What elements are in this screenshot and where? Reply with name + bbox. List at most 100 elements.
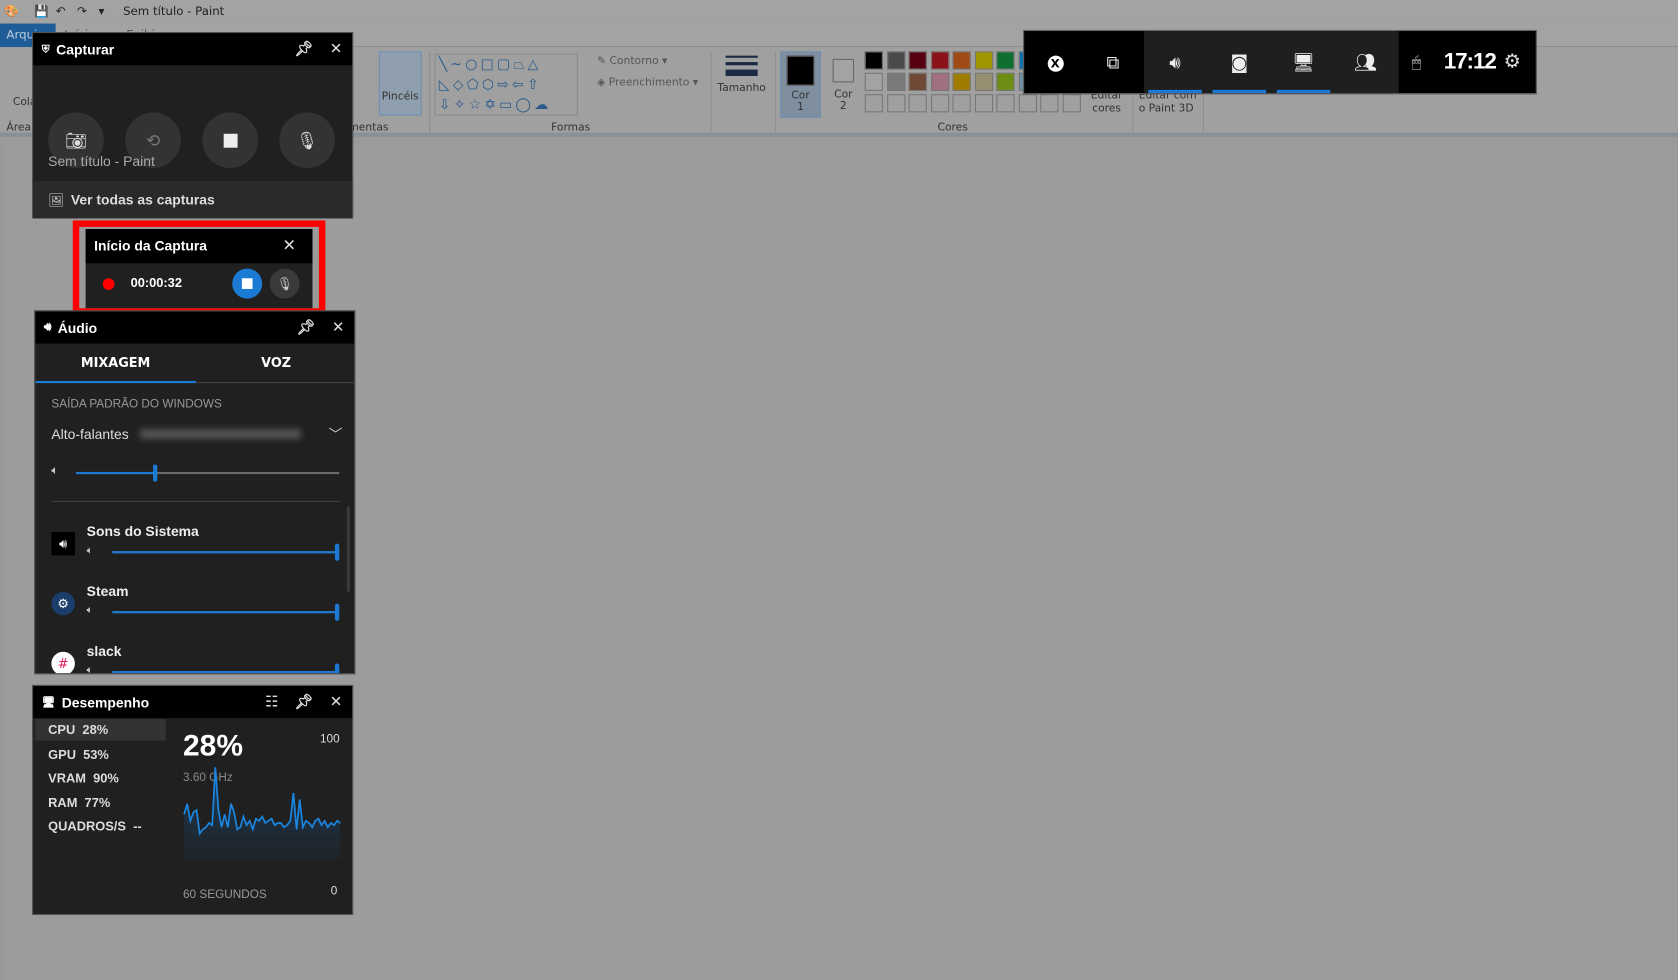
pin-icon[interactable]: 📌︎	[294, 40, 313, 59]
mic-toggle-button[interactable]: 🎙︎	[279, 112, 335, 169]
audio-header: 🔊︎ Áudio 📌︎ ✕	[35, 311, 355, 344]
color-swatch[interactable]	[864, 51, 883, 70]
color1-button[interactable]: Cor 1	[780, 51, 821, 118]
color-swatch[interactable]	[908, 94, 927, 113]
camera-icon: 📷︎	[65, 130, 87, 151]
scrollbar[interactable]	[346, 506, 350, 592]
cpu-chart	[183, 767, 341, 860]
size-button[interactable]: Tamanho	[717, 51, 766, 115]
color-swatch[interactable]	[864, 94, 883, 113]
perf-item-cpu[interactable]: CPU 28%	[35, 719, 166, 741]
color-swatch[interactable]	[908, 51, 927, 70]
color-swatch[interactable]	[974, 51, 993, 70]
capture-title: Capturar	[56, 41, 115, 58]
chart-min-label: 0	[330, 885, 338, 898]
tab-voz[interactable]: VOZ	[195, 344, 355, 384]
recording-dot-icon	[102, 278, 115, 291]
see-all-captures-link[interactable]: 🖼︎ Ver todas as capturas	[33, 180, 353, 219]
color-swatch[interactable]	[996, 51, 1015, 70]
tab-mixagem[interactable]: MIXAGEM	[35, 344, 196, 384]
volume-icon: 🔈︎	[86, 544, 94, 557]
perf-item-ram[interactable]: RAM 77%	[35, 791, 166, 812]
performance-header: 🖥︎ Desempenho ☷ 📌︎ ✕	[33, 685, 353, 719]
color-swatch[interactable]	[1062, 94, 1081, 113]
perf-item-gpu[interactable]: GPU 53%	[35, 743, 166, 764]
color-swatch[interactable]	[886, 94, 905, 113]
stop-recording-button[interactable]	[202, 112, 258, 169]
fill-label: Preenchimento	[608, 77, 690, 89]
app-volume-slider[interactable]	[112, 543, 340, 561]
color-swatch[interactable]	[952, 94, 971, 113]
close-icon[interactable]: ✕	[329, 318, 348, 337]
steam-icon: ⚙	[51, 591, 75, 616]
quick-access-chevron-icon[interactable]: ▾	[98, 4, 104, 18]
perf-item-value: 77%	[84, 794, 111, 810]
color-swatch[interactable]	[974, 72, 993, 91]
recording-title: Início da Captura	[94, 237, 208, 254]
perf-item-vram[interactable]: VRAM 90%	[35, 767, 166, 788]
output-device-name: Alto-falantes	[51, 425, 129, 442]
social-widget-button[interactable]: 👥︎	[1335, 31, 1397, 95]
mic-toggle-button[interactable]: 🎙︎	[269, 268, 300, 299]
slack-icon: #	[51, 651, 75, 674]
color-swatch[interactable]	[1040, 94, 1059, 113]
color-swatch[interactable]	[930, 94, 949, 113]
color-swatch[interactable]	[886, 51, 905, 70]
widget-menu-icon: ⧉	[1106, 52, 1120, 74]
redo-icon[interactable]: ↷	[77, 4, 87, 18]
close-icon[interactable]: ✕	[326, 40, 345, 59]
save-icon[interactable]: 💾	[34, 4, 49, 18]
recording-timer: 00:00:32	[130, 275, 182, 291]
undo-icon[interactable]: ↶	[56, 4, 66, 18]
performance-widget-button[interactable]: 🖥︎	[1272, 31, 1334, 95]
gallery-icon: 🖼︎	[48, 192, 65, 208]
perf-item-label: CPU	[48, 722, 76, 738]
color-swatch[interactable]	[930, 72, 949, 91]
settings-sliders-icon[interactable]: ☷	[262, 692, 281, 711]
game-bar: X ⧉ 🔊︎ ◙ 🖥︎ 👥︎ 🖱︎ 17:12 ⚙	[1023, 29, 1537, 95]
color-swatch[interactable]	[908, 72, 927, 91]
color-swatch[interactable]	[1018, 94, 1037, 113]
gear-icon[interactable]: ⚙	[1504, 50, 1521, 72]
close-icon[interactable]: ✕	[326, 692, 345, 711]
color-swatch[interactable]	[864, 72, 883, 91]
color-swatch[interactable]	[886, 72, 905, 91]
audio-app-name: slack	[86, 643, 122, 660]
app-volume-slider[interactable]	[112, 663, 340, 674]
audio-widget-button[interactable]: 🔊︎	[1144, 31, 1206, 95]
pin-icon[interactable]: 📌︎	[294, 692, 313, 711]
outline-button[interactable]: ✎ Contorno ▾	[597, 56, 667, 68]
pin-icon[interactable]: 📌︎	[296, 318, 316, 337]
speaker-icon: 🔊︎	[1169, 52, 1181, 74]
monitor-icon: 🖥︎	[41, 696, 56, 708]
color-swatch[interactable]	[996, 72, 1015, 91]
color-swatch[interactable]	[930, 51, 949, 70]
fill-button[interactable]: ◈ Preenchimento ▾	[597, 77, 698, 89]
color2-button[interactable]: Cor 2	[826, 51, 860, 117]
recording-highlight: Início da Captura ✕ 00:00:32 🎙︎	[72, 220, 326, 315]
output-device-dropdown[interactable]: Alto-falantes ﹀	[51, 423, 342, 447]
size-label: Tamanho	[717, 82, 766, 95]
close-icon[interactable]: ✕	[283, 235, 296, 254]
color-swatch[interactable]	[974, 94, 993, 113]
performance-title: Desempenho	[61, 694, 150, 711]
color-swatch[interactable]	[996, 94, 1015, 113]
color-swatch[interactable]	[952, 72, 971, 91]
stop-recording-button[interactable]	[232, 268, 263, 299]
speaker-app-icon: 🔊︎	[51, 531, 75, 556]
volume-icon: 🔈︎	[51, 463, 59, 478]
app-volume-slider[interactable]	[112, 603, 340, 621]
blurred-device-model	[140, 429, 302, 439]
widget-menu-button[interactable]: ⧉	[1082, 31, 1144, 95]
window-title: Sem título - Paint	[123, 4, 225, 19]
perf-item-quadros-s[interactable]: QUADROS/S --	[35, 815, 166, 836]
mic-off-icon: 🎙︎	[276, 276, 293, 292]
color-swatch[interactable]	[952, 51, 971, 70]
master-volume-slider[interactable]	[75, 464, 340, 482]
brushes-button[interactable]: Pincéis	[378, 51, 422, 116]
shapes-gallery[interactable]: ╲∼○□▢⏢△ ◺◇⬠⬡⇨⇦⇧ ⇩✧☆✡▭◯☁	[434, 53, 578, 116]
capture-widget-button[interactable]: ◙	[1208, 31, 1270, 95]
capture-source: Sem título - Paint	[48, 153, 155, 170]
xbox-button[interactable]: X	[1024, 31, 1086, 95]
perf-item-label: RAM	[48, 794, 78, 810]
